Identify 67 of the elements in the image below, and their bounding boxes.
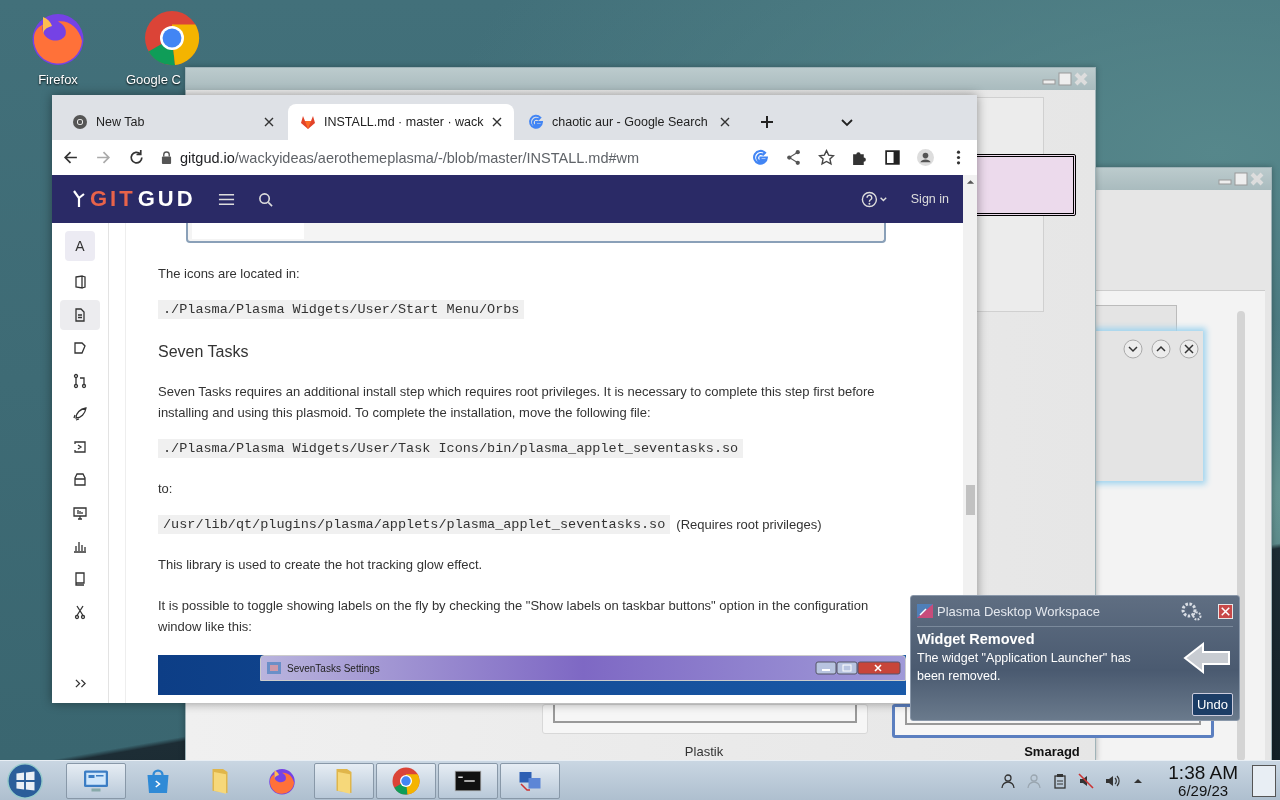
close-icon[interactable] (720, 117, 730, 127)
arrow-up-icon[interactable] (965, 179, 975, 185)
show-desktop-button[interactable] (1252, 764, 1276, 797)
window-title: SevenTasks Settings (287, 662, 380, 674)
desktop-icon-label[interactable]: Google C (126, 72, 181, 87)
code-snippet: ./Plasma/Plasma Widgets/User/Start Menu/Orbs (158, 300, 525, 319)
note-text: (Requires root privileges) (676, 517, 822, 532)
desktop-icon-label[interactable]: Firefox (38, 72, 78, 87)
paragraph: Seven Tasks requires an additional install step which requires root privileges. It is necessary to complete this step first before installing and using this plasmoid. To complete the installation, move the following file: (158, 383, 876, 422)
sign-in-link[interactable]: Sign in (910, 192, 949, 206)
style-name: Plastik (683, 744, 725, 759)
browser-tab[interactable]: New Tab (60, 104, 286, 140)
expand-icon[interactable] (73, 678, 87, 689)
lock-icon (161, 151, 172, 164)
settings-icon[interactable] (1180, 601, 1202, 621)
browser-tab[interactable]: INSTALL.md · master · wack (288, 104, 514, 140)
close-icon[interactable] (1179, 339, 1199, 359)
new-tab-icon[interactable] (760, 115, 774, 129)
chrome-icon (72, 114, 88, 130)
app-icon (917, 604, 933, 618)
menu-icon[interactable] (217, 191, 235, 207)
arrow-left-icon (1183, 642, 1231, 674)
code-snippet: ./Plasma/Plasma Widgets/User/Task Icons/bin/plasma_applet_seventasks.so (158, 439, 744, 458)
search-icon[interactable] (256, 191, 274, 207)
google-icon[interactable] (752, 149, 769, 166)
close-icon[interactable] (492, 117, 502, 127)
undo-button[interactable]: Undo (1191, 693, 1233, 716)
notification-source: Plasma Desktop Workspace (937, 603, 1101, 619)
style-name: Smaragd (1023, 744, 1081, 759)
chrome-icon[interactable] (142, 8, 202, 68)
paragraph: It is possible to toggle showing labels on the fly by checking the "Show labels on taskbar buttons" option in the configuration window like this: (158, 597, 870, 636)
chevron-up-icon[interactable] (1151, 339, 1171, 359)
paragraph: This library is used to create the hot tracking glow effect. (158, 556, 484, 574)
puzzle-icon[interactable] (851, 149, 868, 166)
project-avatar[interactable]: A (65, 231, 95, 261)
paragraph: to: (158, 480, 174, 498)
logo[interactable]: GITGUD (72, 186, 196, 212)
address-bar[interactable]: gitgud.io/wackyideas/aerothemeplasma/-/blob/master/INSTALL.md#wm (161, 143, 736, 172)
browser-tab[interactable]: chaotic aur - Google Search (516, 104, 742, 140)
scroll-thumb[interactable] (965, 485, 975, 515)
fox-icon (300, 114, 316, 130)
reload-icon[interactable] (128, 149, 145, 166)
paragraph: The icons are located in: (158, 265, 301, 283)
profile-icon[interactable] (917, 149, 934, 166)
app-icon (267, 662, 281, 674)
user-icon[interactable] (1000, 772, 1017, 789)
side-panel-icon[interactable] (884, 149, 901, 166)
clock-date[interactable]: 6/29/23 (1178, 782, 1229, 799)
notification-message: The widget "Application Launcher" has been removed. (917, 650, 1132, 685)
clipboard-icon[interactable] (1052, 772, 1069, 789)
google-icon (528, 114, 544, 130)
clock-time[interactable]: 1:38 AM (1168, 762, 1238, 783)
back-icon[interactable] (62, 149, 79, 166)
speaker-muted-icon[interactable] (1078, 772, 1095, 789)
chrome-icon[interactable] (391, 765, 421, 796)
window-controls-icon[interactable] (815, 661, 901, 675)
file-icon[interactable] (60, 300, 100, 330)
star-icon[interactable] (818, 149, 835, 166)
section-heading: Seven Tasks (158, 343, 250, 361)
code-snippet: /usr/lib/qt/plugins/plasma/applets/plasma_applet_seventasks.so (158, 515, 671, 534)
share-icon[interactable] (785, 149, 802, 166)
start-button[interactable] (6, 761, 44, 800)
scrollbar[interactable] (1237, 311, 1245, 761)
help-icon[interactable] (860, 190, 889, 208)
notification-title: Widget Removed (917, 631, 1036, 647)
taskbar-button[interactable] (438, 762, 498, 799)
close-icon[interactable] (264, 117, 274, 127)
